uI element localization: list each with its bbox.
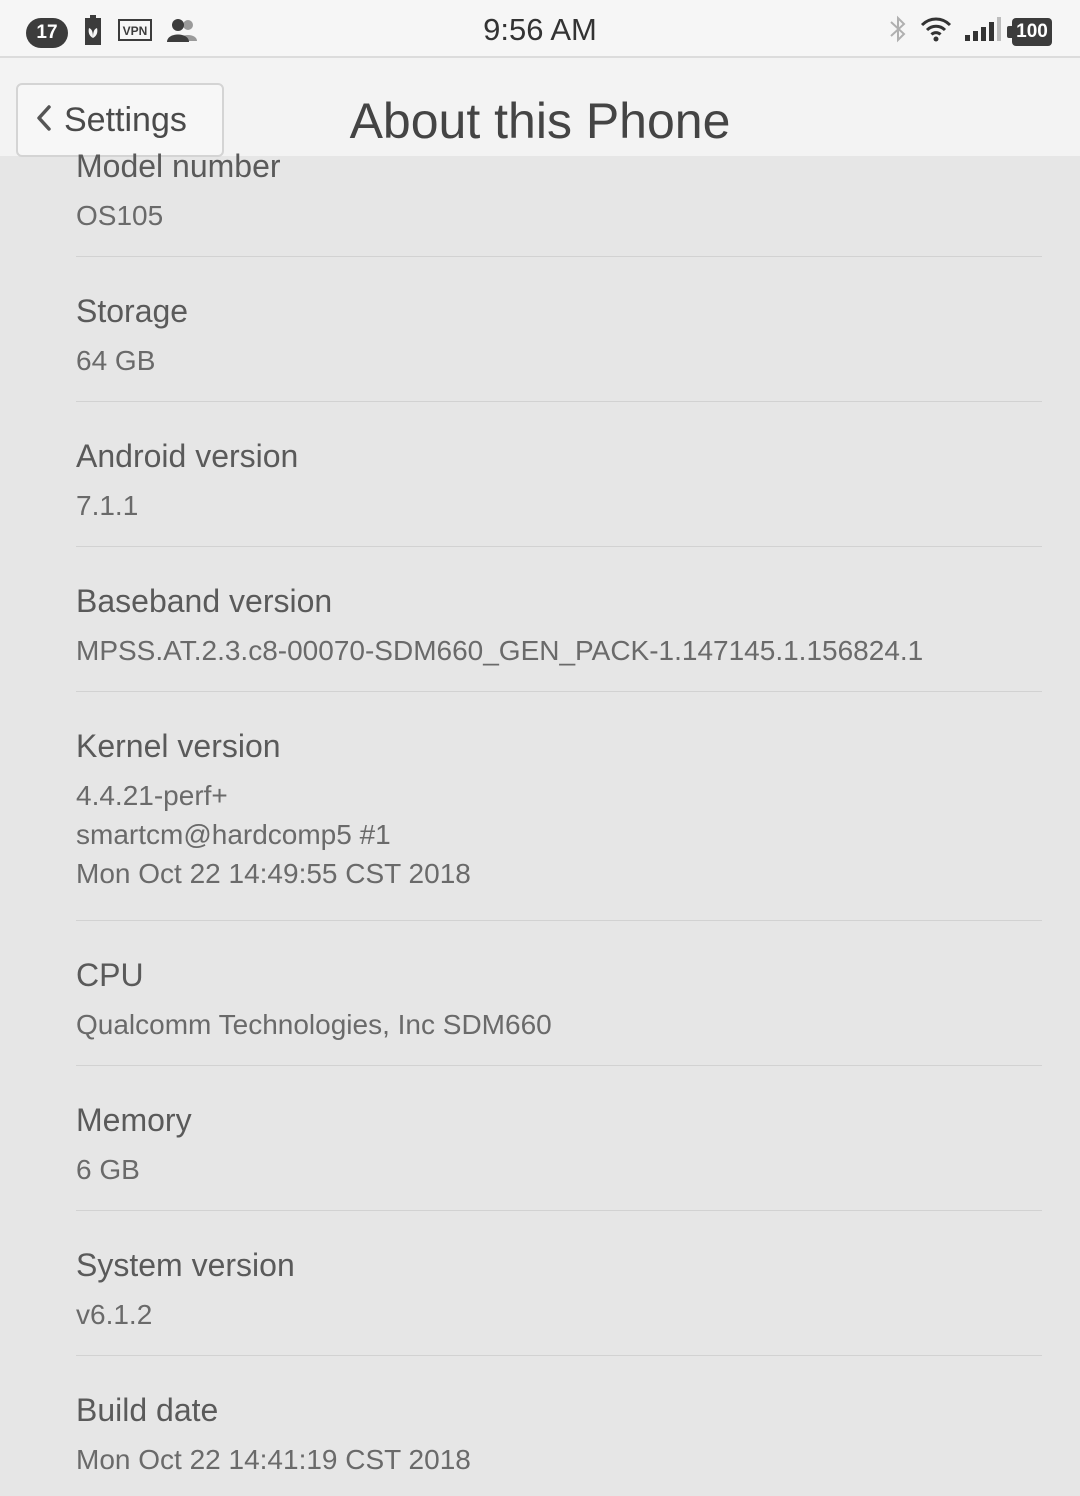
status-bar: 17 VPN 9:56 AM 100 xyxy=(0,0,1080,58)
item-value: v6.1.2 xyxy=(76,1299,153,1330)
item-label: Kernel version xyxy=(76,728,281,764)
item-value: 4.4.21-perf+ smartcm@hardcomp5 #1 Mon Oc… xyxy=(76,776,1080,893)
item-value: Mon Oct 22 14:41:19 CST 2018 xyxy=(76,1444,471,1475)
item-label: Memory xyxy=(76,1102,192,1138)
app-header: Settings About this Phone xyxy=(0,58,1080,157)
kernel-version-line: smartcm@hardcomp5 #1 xyxy=(76,819,391,850)
item-label: Android version xyxy=(76,438,299,474)
info-item-cpu: CPU Qualcomm Technologies, Inc SDM660 xyxy=(0,921,1080,1065)
item-value: 7.1.1 xyxy=(76,490,139,521)
page-title: About this Phone xyxy=(349,93,731,149)
item-label: System version xyxy=(76,1247,295,1283)
signal-icon xyxy=(964,16,1002,47)
status-bar-right: 100 xyxy=(876,14,1052,49)
wifi-icon xyxy=(920,16,952,47)
item-value: MPSS.AT.2.3.c8-00070-SDM660_GEN_PACK-1.1… xyxy=(76,635,924,666)
battery-icon: 100 xyxy=(1007,17,1052,46)
kernel-version-line: 4.4.21-perf+ xyxy=(76,780,228,811)
item-label: Storage xyxy=(76,293,189,329)
info-item-storage: Storage 64 GB xyxy=(0,257,1080,401)
info-item-baseband-version: Baseband version MPSS.AT.2.3.c8-00070-SD… xyxy=(0,547,1080,691)
about-info-list: Model number OS105 Storage 64 GB Android… xyxy=(0,146,1080,1496)
bluetooth-icon xyxy=(888,14,908,49)
item-value: 64 GB xyxy=(76,345,156,376)
item-value: 6 GB xyxy=(76,1154,140,1185)
info-item-memory: Memory 6 GB xyxy=(0,1066,1080,1210)
item-label: Baseband version xyxy=(76,583,333,619)
item-label: Build date xyxy=(76,1392,219,1428)
kernel-version-line: Mon Oct 22 14:49:55 CST 2018 xyxy=(76,858,471,889)
item-value: Qualcomm Technologies, Inc SDM660 xyxy=(76,1009,552,1040)
info-item-kernel-version: Kernel version 4.4.21-perf+ smartcm@hard… xyxy=(0,692,1080,920)
info-item-android-version: Android version 7.1.1 xyxy=(0,402,1080,546)
info-item-system-version: System version v6.1.2 xyxy=(0,1211,1080,1355)
item-label: Model number xyxy=(76,148,281,184)
info-item-build-date: Build date Mon Oct 22 14:41:19 CST 2018 xyxy=(0,1356,1080,1496)
item-value: OS105 xyxy=(76,200,164,231)
item-label: CPU xyxy=(76,957,144,993)
info-item-model-number: Model number OS105 xyxy=(0,146,1080,256)
